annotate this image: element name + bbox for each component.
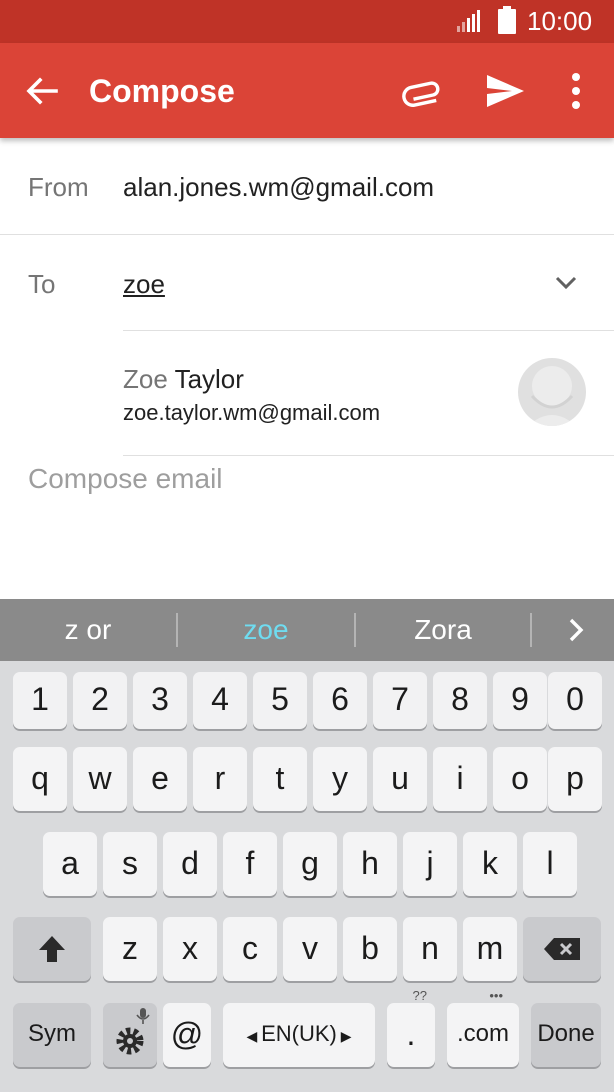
key-n[interactable]: n [403,917,457,981]
period-key[interactable]: ?? . [387,989,435,1067]
page-title: Compose [89,73,235,109]
default-avatar-icon [528,366,576,426]
divider [123,330,614,331]
sym-key[interactable]: Sym [13,1003,91,1067]
key-3[interactable]: 3 [133,672,187,729]
key-8[interactable]: 8 [433,672,487,729]
key-1[interactable]: 1 [13,672,67,729]
divider [123,455,614,456]
key-l[interactable]: l [523,832,577,896]
key-k[interactable]: k [463,832,517,896]
key-2[interactable]: 2 [73,672,127,729]
gear-icon [116,1027,144,1055]
key-0[interactable]: 0 [548,672,602,729]
attach-icon[interactable] [400,71,446,111]
from-account-field[interactable]: alan.jones.wm@gmail.com [123,172,434,203]
chevron-down-icon[interactable] [552,271,580,295]
backspace-key[interactable] [523,917,601,981]
key-4[interactable]: 4 [193,672,247,729]
key-b[interactable]: b [343,917,397,981]
avatar [518,358,586,426]
divider [530,613,532,647]
to-input[interactable]: zoe [123,269,165,300]
contact-name-match: Zoe [123,364,168,394]
key-q[interactable]: q [13,747,67,811]
to-label: To [28,269,56,299]
key-v[interactable]: v [283,917,337,981]
shift-key[interactable] [13,917,91,981]
space-key[interactable]: ◀ EN(UK) ▶ [223,1003,375,1067]
chevron-left-icon: ◀ [246,1028,262,1044]
mic-icon [136,1008,150,1024]
from-label: From [28,172,89,202]
dotcom-more-dots-icon: ••• [489,988,503,1003]
key-7[interactable]: 7 [373,672,427,729]
divider [0,234,614,235]
key-s[interactable]: s [103,832,157,896]
key-6[interactable]: 6 [313,672,367,729]
contact-email: zoe.taylor.wm@gmail.com [123,400,381,425]
key-u[interactable]: u [373,747,427,811]
backspace-icon [544,938,580,960]
key-5[interactable]: 5 [253,672,307,729]
key-p[interactable]: p [548,747,602,811]
status-time: 10:00 [527,6,593,36]
contact-name-rest: Taylor [167,364,244,394]
key-c[interactable]: c [223,917,277,981]
suggestion-item[interactable]: z or [0,599,176,661]
key-t[interactable]: t [253,747,307,811]
chevron-right-icon[interactable] [560,614,592,646]
key-j[interactable]: j [403,832,457,896]
key-x[interactable]: x [163,917,217,981]
contact-name: Zoe Taylor [123,364,244,395]
dotcom-key[interactable]: ••• .com [447,989,519,1067]
key-d[interactable]: d [163,832,217,896]
key-z[interactable]: z [103,917,157,981]
compose-body-input[interactable]: Compose email [28,463,223,495]
status-bar: 10:00 [0,0,614,43]
key-9[interactable]: 9 [493,672,547,729]
key-a[interactable]: a [43,832,97,896]
key-g[interactable]: g [283,832,337,896]
send-icon[interactable] [484,71,526,111]
chevron-right-icon: ▶ [336,1028,352,1044]
app-bar: Compose [0,43,614,138]
key-h[interactable]: h [343,832,397,896]
back-arrow-icon[interactable] [22,71,62,111]
dotcom-key-label: .com [456,1020,509,1047]
battery-icon [498,6,516,34]
shift-arrow-icon [39,936,65,962]
more-vert-icon[interactable] [562,69,590,113]
key-i[interactable]: i [433,747,487,811]
key-m[interactable]: m [463,917,517,981]
suggestion-item[interactable]: zoe [178,599,354,661]
key-r[interactable]: r [193,747,247,811]
key-y[interactable]: y [313,747,367,811]
at-key[interactable]: @ [163,1003,211,1067]
keyboard: 1 2 3 4 5 6 7 8 9 0 q w e r t y u i o p … [0,661,614,1092]
key-e[interactable]: e [133,747,187,811]
key-f[interactable]: f [223,832,277,896]
space-language-label: EN(UK) [261,1021,337,1046]
period-key-label: . [406,1016,416,1052]
key-o[interactable]: o [493,747,547,811]
suggestion-item[interactable]: Zora [356,599,530,661]
period-key-hint: ?? [412,988,427,1003]
keyboard-suggestion-bar: z or zoe Zora [0,599,614,661]
signal-icon [457,10,480,32]
done-key[interactable]: Done [531,1003,601,1067]
settings-key[interactable] [103,1003,157,1067]
key-w[interactable]: w [73,747,127,811]
